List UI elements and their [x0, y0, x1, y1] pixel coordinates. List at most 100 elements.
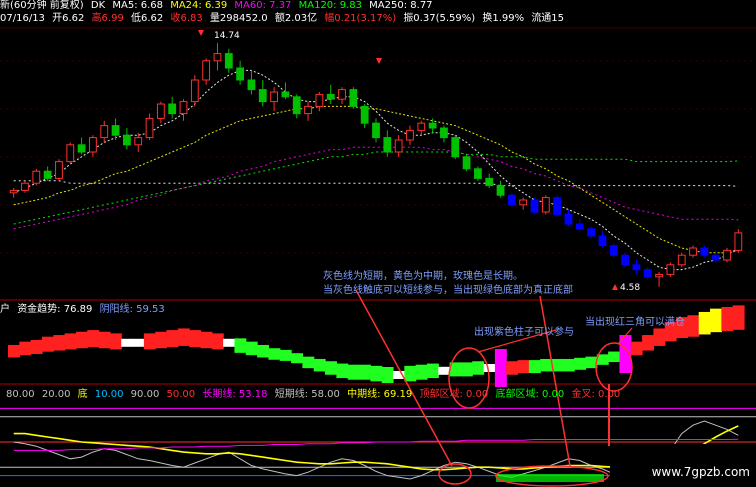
trend-bar: [121, 338, 134, 347]
panel2-header: 户 资金趋势: 76.89 阴阳线: 59.53: [0, 304, 169, 316]
candle-body: [632, 264, 641, 271]
candle-body: [281, 91, 290, 98]
candle-body: [621, 254, 630, 266]
candle-body: [292, 96, 301, 115]
trend-bar: [347, 364, 360, 380]
candle: [553, 195, 562, 217]
chart-header-row1: 新(60分钟 前复权) DK MA5: 6.68 MA24: 6.39 MA60…: [0, 0, 437, 12]
trend-bar: [30, 340, 43, 354]
candle-body: [451, 137, 460, 158]
candle-body: [655, 273, 663, 278]
trend-bar: [302, 356, 315, 369]
lvl50-label: 50.00: [166, 389, 196, 400]
candle: [507, 192, 516, 208]
trend-bar: [710, 308, 722, 333]
trend-bar: [109, 333, 122, 350]
candle-body: [338, 89, 346, 100]
candle-body: [485, 177, 494, 187]
yin-yang-label: 阴阳线: 59.53: [99, 304, 165, 315]
candle-body: [360, 105, 369, 124]
panel3-header: 80.00 20.00 底 10.00 90.00 50.00 长期线: 53.…: [6, 389, 624, 401]
trend-bar: [200, 331, 213, 349]
trend-bar: [540, 358, 553, 372]
candle-body: [134, 137, 143, 146]
candle-body: [711, 254, 720, 261]
ma24-label: MA24: 6.39: [170, 0, 228, 11]
candle-body: [541, 197, 550, 213]
lvl80-label: 80.00: [6, 389, 35, 400]
candle-body: [32, 170, 41, 184]
trend-bar: [211, 333, 224, 350]
trend-bar: [404, 365, 417, 382]
trend-bar: [177, 328, 190, 346]
note-red-triangle: 当出现红三角可以满仓: [585, 317, 685, 328]
candle-body: [202, 60, 211, 81]
trend-bar: [234, 338, 247, 353]
candle-body: [89, 137, 97, 153]
trend-bar: [359, 364, 371, 380]
candle: [621, 252, 630, 268]
trend-bar: [506, 361, 519, 375]
candle-body: [55, 161, 63, 179]
golden-cross-label: 金叉: 0.00: [571, 389, 621, 400]
long-line-label: 长期线: 53.18: [202, 389, 268, 400]
candle: [474, 166, 482, 181]
candle-body: [236, 67, 245, 81]
candle-body: [609, 245, 618, 256]
mid-line-label: 中期线: 69.19: [347, 389, 413, 400]
trend-bar: [370, 365, 383, 382]
trend-bar: [562, 358, 575, 372]
trend-bar: [460, 362, 473, 377]
trend-bar: [8, 344, 20, 358]
trend-bar: [721, 307, 734, 331]
candle-body: [689, 247, 697, 256]
trend-bar: [653, 328, 666, 346]
candle-body: [224, 53, 233, 69]
candle-body: [428, 122, 437, 129]
candle-body: [643, 269, 652, 278]
candle-body: [349, 89, 358, 107]
candle-body: [43, 170, 52, 179]
trend-bar: [132, 338, 145, 347]
candle-body: [190, 79, 199, 103]
candle-body: [553, 197, 562, 215]
trend-bar: [189, 330, 202, 348]
candle-body: [122, 134, 131, 146]
candle-body: [145, 117, 154, 139]
trend-bar: [75, 331, 88, 349]
lvl10-label: 10.00: [94, 389, 124, 400]
top-zone-label: 顶部区域: 0.00: [419, 389, 489, 400]
bottom-zone-block: [496, 474, 604, 482]
trend-bar: [325, 361, 337, 375]
panel2-prefix: 户: [0, 304, 10, 315]
high-label: 高6.99: [91, 13, 124, 24]
watermark: www.7gpzb.com: [651, 465, 750, 479]
candle-body: [315, 93, 324, 107]
candle-body: [496, 185, 505, 196]
trend-bar: [313, 358, 326, 372]
bottom-zone-label: 底部区域: 0.00: [495, 389, 565, 400]
candle: [66, 142, 75, 164]
candle-body: [587, 228, 596, 237]
date-label: 07/16/13: [0, 13, 45, 24]
candle-body: [179, 101, 188, 115]
trend-bar: [415, 364, 428, 380]
candle: [32, 168, 41, 186]
trend-bar: [166, 330, 179, 348]
trend-bar: [494, 349, 507, 387]
candle-body: [21, 182, 29, 191]
candle-body: [734, 232, 743, 251]
chart-header-row2: 07/16/13 开6.62 高6.99 低6.62 收6.83 量298452…: [0, 13, 568, 25]
candle: [609, 243, 618, 258]
trend-bar: [517, 360, 530, 374]
trend-bar: [257, 344, 270, 358]
stock-chart: [0, 0, 756, 487]
candle-body: [666, 264, 675, 275]
candle-body: [213, 53, 222, 62]
candle-body: [700, 247, 709, 256]
trend-bar: [438, 366, 451, 375]
candle-body: [530, 199, 539, 213]
high-price-label: 14.74: [214, 31, 240, 41]
candle-body: [575, 223, 584, 230]
trend-bar: [483, 364, 496, 372]
